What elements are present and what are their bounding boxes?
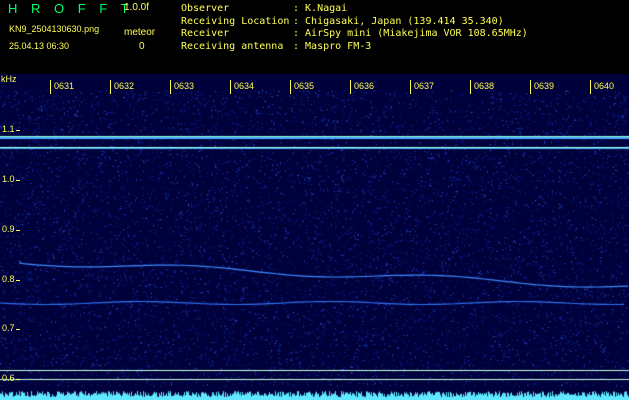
time-tick (50, 80, 51, 94)
time-label: 0639 (534, 81, 555, 91)
time-label: 0636 (354, 81, 375, 91)
y-axis-unit: kHz (1, 74, 17, 84)
file-name: KN9_2504130630.png (9, 24, 100, 34)
info-key: Receiving Location (181, 15, 290, 27)
info-value: : Chigasaki, Japan (139.414 35.340) (293, 15, 504, 27)
time-tick (110, 80, 111, 94)
info-key: Receiving antenna (181, 40, 284, 52)
time-tick (470, 80, 471, 94)
y-axis-tick (16, 230, 20, 231)
app-version: 1.0.0f (124, 2, 150, 13)
y-axis-label: 1.1 (2, 124, 15, 134)
time-tick (410, 80, 411, 94)
time-label: 0637 (414, 81, 435, 91)
time-tick (350, 80, 351, 94)
info-row-location: Receiving Location: Chigasaki, Japan (13… (181, 16, 528, 29)
meteor-label: meteor (124, 27, 156, 38)
info-row-receiver: Receiver : AirSpy mini (Miakejima VOR 108… (181, 28, 528, 41)
y-axis-tick (16, 180, 20, 181)
time-label: 0634 (234, 81, 255, 91)
time-tick (170, 80, 171, 94)
info-key: Receiver (181, 28, 230, 39)
y-axis-tick (16, 280, 20, 281)
y-axis-tick (16, 379, 20, 380)
time-tick (590, 80, 591, 94)
time-tick (530, 80, 531, 94)
time-tick (230, 80, 231, 94)
info-value: : AirSpy mini (Miakejima VOR 108.65MHz) (293, 28, 528, 39)
time-label: 0632 (114, 81, 135, 91)
y-axis-label: 0.6 (2, 373, 15, 383)
y-axis-label: 1.0 (2, 174, 15, 184)
spectrogram-canvas (0, 74, 629, 400)
time-label: 0635 (294, 81, 315, 91)
time-label: 0633 (174, 81, 195, 91)
timestamp: 25.04.13 06:30 (9, 41, 70, 51)
meteor-count: 0 (139, 41, 145, 52)
time-label: 0638 (474, 81, 495, 91)
y-axis-tick (16, 130, 20, 131)
info-value: : Maspro FM-3 (293, 40, 372, 52)
info-key: Observer (181, 3, 230, 14)
info-value: : K.Nagai (293, 3, 348, 14)
header-panel: H R O F F T 1.0.0f KN9_2504130630.png 25… (0, 0, 629, 74)
y-axis-label: 0.7 (2, 323, 15, 333)
time-tick (290, 80, 291, 94)
info-row-observer: Observer : K.Nagai (181, 3, 528, 16)
y-axis-label: 0.8 (2, 274, 15, 284)
time-label: 0640 (594, 81, 615, 91)
info-row-antenna: Receiving antenna : Maspro FM-3 (181, 41, 528, 54)
y-axis-label: 0.9 (2, 224, 15, 234)
observation-info: Observer : K.Nagai Receiving Location: Ch… (181, 3, 528, 53)
y-axis-tick (16, 329, 20, 330)
time-label: 0631 (54, 81, 75, 91)
app-title: H R O F F T (8, 1, 134, 16)
